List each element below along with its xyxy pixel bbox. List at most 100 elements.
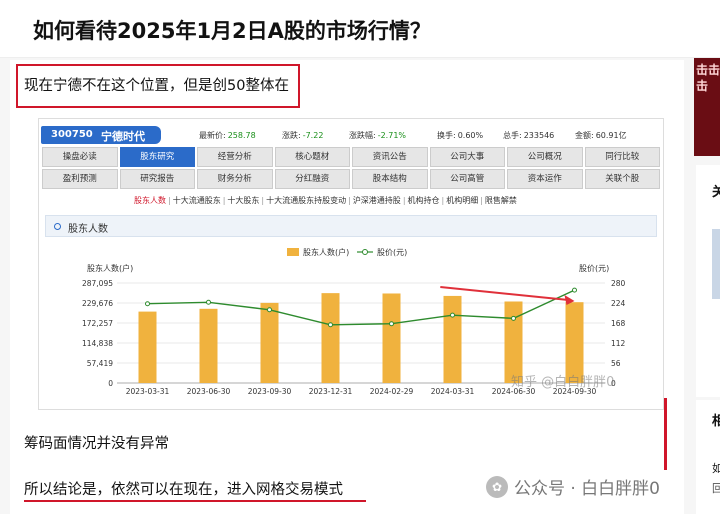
nav-tab[interactable]: 资本运作 (507, 169, 583, 189)
stock-metric: 金额: 60.91亿 (575, 130, 627, 141)
question-title[interactable]: 如何看待2025年1月2日A股的市场行情？ (33, 15, 431, 45)
nav-tab[interactable]: 研究报告 (119, 169, 195, 189)
nav-row-2: 盈利预测 研究报告 财务分析 分红融资 股本结构 公司高管 资本运作 关联个股 (42, 169, 660, 189)
sub-link[interactable]: 十大流通股东持股变动 (266, 196, 346, 205)
sub-link-separator: | (402, 196, 406, 205)
paragraph-3: 所以结论是，依然可以在现在，进入网格交易模式 (24, 482, 343, 498)
sub-link-separator: | (168, 196, 171, 205)
sub-link-separator: | (480, 196, 483, 205)
paragraph-2: 筹码面情况并没有异常 (24, 436, 169, 452)
x-tick-label: 2024-02-29 (370, 387, 414, 396)
sub-link[interactable]: 限售解禁 (485, 196, 517, 205)
sidebar-banner-text: 击击击 (696, 63, 720, 93)
zhihu-watermark: 知乎 @白白胖胖0 (511, 375, 615, 390)
price-point (206, 299, 211, 305)
nav-tab[interactable]: 同行比较 (584, 147, 660, 167)
sub-link[interactable]: 股东人数 (134, 196, 166, 205)
y-tick-label: 114,838 (82, 339, 113, 348)
sub-link[interactable]: 机构持仓 (408, 196, 440, 205)
stock-metric-label: 总手: (503, 131, 522, 140)
stock-metric-label: 最新价: (199, 131, 226, 140)
nav-tab[interactable]: 关联个股 (584, 169, 660, 189)
legend-bar-label: 股东人数(户) (303, 247, 349, 257)
stock-name: 宁德时代 (101, 130, 145, 143)
x-tick-label: 2024-03-31 (431, 387, 475, 396)
sidebar-banner[interactable]: 击击击 (694, 58, 720, 156)
bar (382, 293, 401, 383)
wechat-watermark-text: 公众号 · 白白胖胖0 (513, 479, 660, 499)
sidebar-card-2-line-2[interactable]: 回 (712, 480, 720, 496)
nav-tab[interactable]: 经营分析 (197, 147, 273, 167)
highlight-underline (24, 500, 366, 502)
x-tick-label: 2023-09-30 (248, 387, 292, 396)
sub-link-separator: | (261, 196, 265, 205)
bar (321, 293, 340, 383)
stock-code: 300750 (51, 129, 93, 140)
y-right-tick-label: 280 (611, 279, 626, 288)
y-right-tick-label: 224 (611, 299, 626, 308)
nav-tab[interactable]: 分红融资 (274, 169, 350, 189)
y-right-tick-label: 112 (611, 339, 626, 348)
answer-card: 现在宁德不在这个位置，但是创50整体在 300750 宁德时代 最新价: 258.… (10, 60, 684, 514)
nav-tab[interactable]: 盈利预测 (42, 169, 118, 189)
x-tick-label: 2023-12-31 (309, 387, 353, 396)
legend-bar-swatch (287, 248, 299, 256)
y-tick-label: 229,676 (82, 299, 113, 308)
wechat-watermark: ✿ 公众号 · 白白胖胖0 (485, 474, 660, 499)
wechat-logo-icon: ✿ (485, 475, 508, 498)
price-point (267, 307, 272, 313)
price-point (389, 321, 394, 327)
sidebar-card-2: 相 如 回 (696, 400, 720, 514)
sidebar-card-1: 关 (696, 165, 720, 397)
bar (138, 311, 157, 383)
stock-metric-value: -2.71% (377, 131, 407, 140)
nav-tab[interactable]: 公司高管 (429, 169, 505, 189)
nav-tab[interactable]: 公司大事 (429, 147, 505, 167)
y-axis-right-title: 股价(元) (579, 264, 609, 273)
stock-metric-value: 258.78 (227, 131, 256, 140)
y-tick-label: 172,257 (82, 319, 113, 328)
y-tick-label: 57,419 (87, 359, 113, 368)
stock-metric-label: 金额: (575, 131, 594, 140)
y-axis-title: 股东人数(户) (87, 263, 133, 273)
nav-tab[interactable]: 股东研究 (119, 147, 195, 167)
y-right-tick-label: 56 (611, 359, 621, 368)
sidebar-card-2-line-1[interactable]: 如 (712, 460, 720, 476)
price-point (511, 315, 516, 321)
sub-link[interactable]: 机构明细 (446, 196, 478, 205)
stock-metric-value: 60.91亿 (595, 131, 627, 140)
nav-tab[interactable]: 资讯公告 (352, 147, 428, 167)
nav-tab[interactable]: 核心题材 (274, 147, 350, 167)
stock-screenshot[interactable]: 300750 宁德时代 最新价: 258.78 涨跌: -7.22 涨跌幅: -2.71%… (38, 118, 664, 410)
stock-metric-label: 涨跌: (282, 131, 301, 140)
nav-tab[interactable]: 公司概况 (507, 147, 583, 167)
stock-metric: 总手: 233546 (503, 130, 554, 141)
stock-metric: 最新价: 258.78 (199, 130, 256, 141)
bar (443, 295, 462, 383)
sub-link[interactable]: 十大流通股东 (173, 196, 221, 205)
stock-metric: 涨跌幅: -2.71% (349, 130, 406, 141)
red-side-bar (664, 398, 667, 470)
stock-topbar: 300750 宁德时代 最新价: 258.78 涨跌: -7.22 涨跌幅: -2.71%… (39, 119, 663, 144)
bar (199, 308, 218, 383)
y-tick-label: 287,095 (82, 279, 113, 288)
nav-tab[interactable]: 操盘必读 (42, 147, 118, 167)
stock-metric-value: 233546 (523, 131, 555, 140)
nav-tab[interactable]: 股本结构 (352, 169, 428, 189)
legend-line-marker (362, 249, 368, 255)
y-tick-label: 0 (108, 379, 113, 388)
stock-metric: 涨跌: -7.22 (282, 130, 323, 141)
sub-link[interactable]: 沪深港通持股 (353, 196, 401, 205)
price-point (572, 287, 577, 293)
stock-tag: 300750 宁德时代 (41, 126, 161, 144)
sidebar-card-2-title: 相 (712, 414, 720, 429)
circle-icon (54, 223, 61, 230)
sub-link[interactable]: 十大股东 (227, 196, 259, 205)
nav-row-1: 操盘必读 股东研究 经营分析 核心题材 资讯公告 公司大事 公司概况 同行比较 (42, 147, 660, 167)
nav-tab[interactable]: 财务分析 (197, 169, 273, 189)
sidebar-card-1-image[interactable] (712, 229, 720, 299)
sub-links: 股东人数 | 十大流通股东 | 十大股东 | 十大流通股东持股变动 | 沪深港通持股 | 机构持仓 |… (134, 195, 517, 206)
paragraph-1: 现在宁德不在这个位置，但是创50整体在 (24, 78, 289, 94)
stock-metric-label: 涨跌幅: (349, 131, 376, 140)
legend-line-label: 股价(元) (377, 248, 407, 257)
